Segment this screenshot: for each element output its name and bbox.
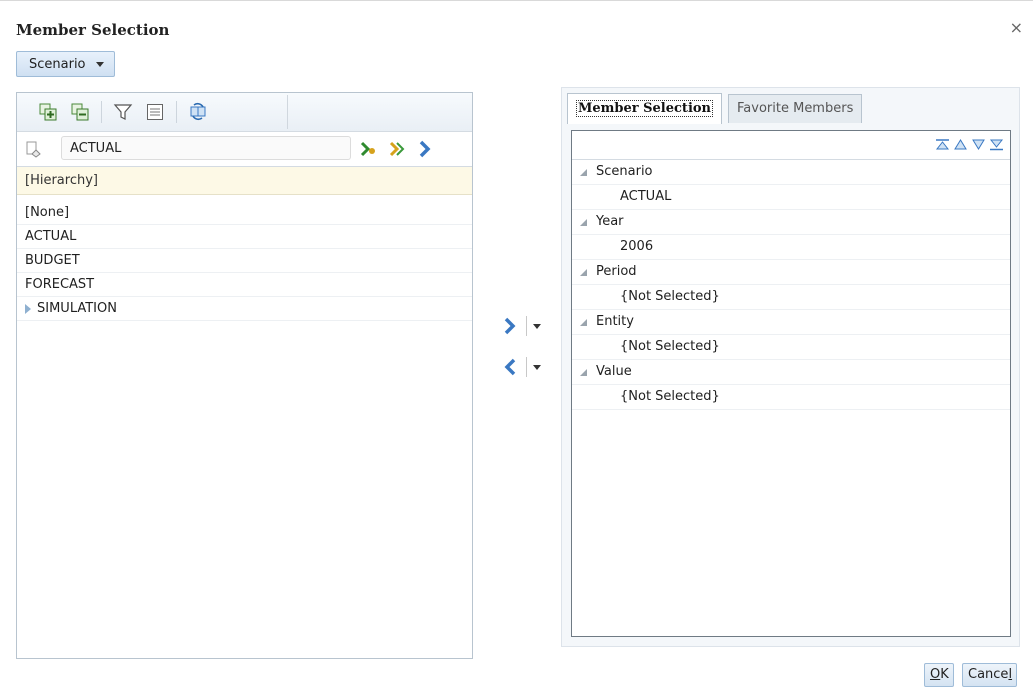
list-item[interactable]: [None]	[17, 201, 472, 225]
ok-button[interactable]: OK	[924, 663, 954, 687]
list-item[interactable]: ACTUAL	[17, 225, 472, 249]
toolbar-divider	[176, 101, 177, 123]
member-value: 2006	[620, 239, 654, 254]
expanded-triangle-icon[interactable]	[580, 319, 587, 326]
expanded-triangle-icon[interactable]	[580, 369, 587, 376]
tab-favorite-members[interactable]: Favorite Members	[728, 94, 863, 123]
selected-members-panel: Scenario ACTUAL Year 2006 Period {Not Se…	[571, 130, 1011, 637]
dimension-dropdown-button[interactable]: Scenario	[16, 51, 115, 77]
search-forward-icon[interactable]	[415, 138, 437, 160]
close-icon[interactable]: ×	[1010, 18, 1023, 37]
selection-tabs: Member Selection Favorite Members	[567, 93, 863, 124]
expanded-triangle-icon[interactable]	[580, 169, 587, 176]
member-value: {Not Selected}	[620, 389, 720, 404]
tree-member-row[interactable]: {Not Selected}	[572, 385, 1010, 410]
hierarchy-header[interactable]: [Hierarchy]	[17, 167, 472, 195]
divider	[526, 357, 527, 377]
ok-mnemonic: O	[930, 667, 941, 682]
remove-options-dropdown-icon[interactable]	[533, 364, 541, 370]
list-item[interactable]: FORECAST	[17, 273, 472, 297]
dimension-label: Scenario	[596, 164, 653, 179]
expanded-triangle-icon[interactable]	[580, 219, 587, 226]
move-right-icon[interactable]	[500, 316, 520, 336]
chevron-down-icon	[95, 61, 104, 67]
collapse-all-icon[interactable]	[69, 101, 91, 123]
tree-member-row[interactable]: ACTUAL	[572, 185, 1010, 210]
search-next-icon[interactable]	[387, 138, 409, 160]
list-item[interactable]: SIMULATION	[17, 297, 472, 321]
member-label: [None]	[25, 205, 70, 220]
tree-dimension-row[interactable]: Period	[572, 260, 1010, 285]
member-toolbar	[17, 93, 472, 132]
expand-arrow-icon[interactable]	[25, 303, 31, 314]
member-value: ACTUAL	[620, 189, 672, 204]
cancel-label-rest: Cance	[968, 667, 1009, 682]
tree-dimension-row[interactable]: Entity	[572, 310, 1010, 335]
move-down-icon[interactable]	[971, 138, 986, 151]
member-label: FORECAST	[25, 277, 95, 292]
move-left-icon[interactable]	[500, 357, 520, 377]
find-member-icon	[26, 141, 41, 158]
refresh-icon[interactable]	[187, 101, 209, 123]
tab-member-selection[interactable]: Member Selection	[567, 93, 723, 124]
tree-member-row[interactable]: {Not Selected}	[572, 335, 1010, 360]
tree-dimension-row[interactable]: Scenario	[572, 160, 1010, 185]
move-to-top-icon[interactable]	[935, 138, 950, 151]
dimension-label: Period	[596, 264, 637, 279]
properties-icon[interactable]	[144, 101, 166, 123]
cancel-mnemonic: l	[1008, 667, 1013, 682]
move-to-bottom-icon[interactable]	[989, 138, 1004, 151]
search-members-icon[interactable]	[357, 138, 379, 160]
tab-label: Member Selection	[576, 100, 714, 117]
filter-icon[interactable]	[112, 101, 134, 123]
selection-toolbar	[572, 131, 1010, 160]
tree-dimension-row[interactable]: Year	[572, 210, 1010, 235]
member-tree-panel: [Hierarchy] [None] ACTUAL BUDGET FORECAS…	[16, 92, 473, 659]
member-label: SIMULATION	[37, 301, 117, 316]
tree-member-row[interactable]: 2006	[572, 235, 1010, 260]
add-member-control	[500, 314, 548, 338]
dimension-label: Value	[596, 364, 632, 379]
toolbar-divider	[101, 101, 102, 123]
remove-member-control	[500, 355, 548, 379]
tab-label: Favorite Members	[737, 101, 854, 116]
dimension-label: Year	[596, 214, 624, 229]
member-search-input[interactable]	[61, 136, 351, 160]
dimension-dropdown-label: Scenario	[29, 56, 86, 72]
member-search-row	[17, 132, 472, 167]
cancel-button[interactable]: Cancel	[962, 663, 1017, 687]
member-label: ACTUAL	[25, 229, 77, 244]
member-label: BUDGET	[25, 253, 80, 268]
ok-label-rest: K	[940, 667, 949, 682]
member-selection-dialog: Member Selection × Scenario ACTUAL [Hier…	[0, 0, 1033, 687]
add-options-dropdown-icon[interactable]	[533, 323, 541, 329]
member-value: {Not Selected}	[620, 339, 720, 354]
tree-member-row[interactable]: {Not Selected}	[572, 285, 1010, 310]
dialog-title: Member Selection	[16, 21, 170, 39]
member-list: [None] ACTUAL BUDGET FORECAST SIMULATION	[17, 201, 472, 321]
divider	[526, 316, 527, 336]
move-up-icon[interactable]	[953, 138, 968, 151]
tree-dimension-row[interactable]: Value	[572, 360, 1010, 385]
member-value: {Not Selected}	[620, 289, 720, 304]
list-item[interactable]: BUDGET	[17, 249, 472, 273]
dimension-label: Entity	[596, 314, 634, 329]
expanded-triangle-icon[interactable]	[580, 269, 587, 276]
expand-all-icon[interactable]	[37, 101, 59, 123]
